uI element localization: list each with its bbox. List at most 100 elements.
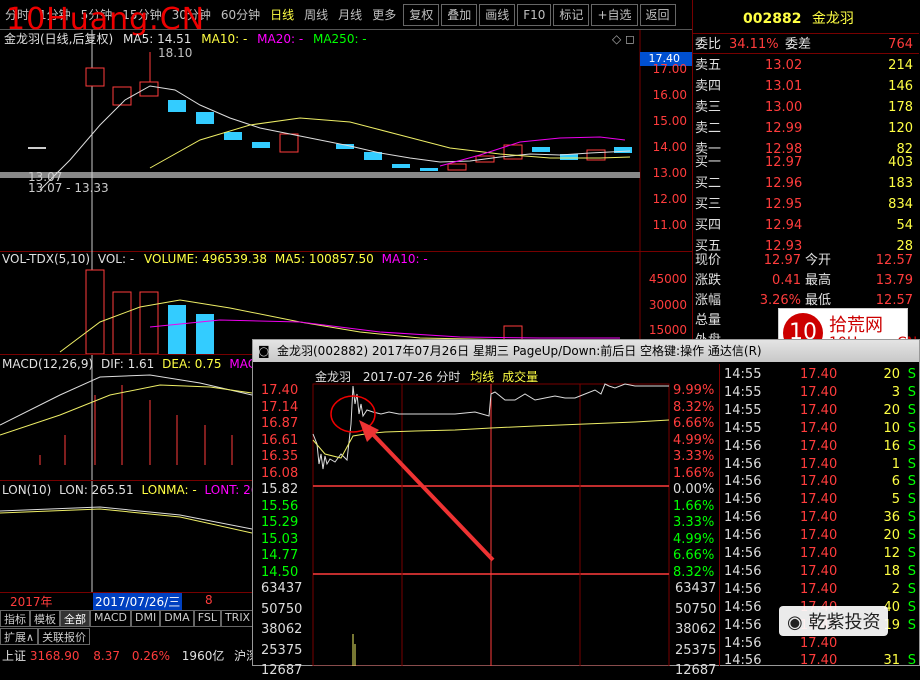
- sell-row: 卖五 13.02 214: [693, 55, 919, 76]
- tick-volume: 5: [891, 492, 900, 508]
- tick-time: 14:56: [724, 492, 762, 508]
- tick-price: 17.40: [800, 438, 838, 454]
- buy-price: 12.94: [765, 218, 803, 233]
- period-tab-7[interactable]: 周线: [299, 6, 333, 23]
- pct-tick: 4.99%: [673, 432, 715, 448]
- weicha-label: 委差: [785, 37, 812, 52]
- sell-label: 卖二: [695, 121, 722, 136]
- weibi-label: 委比: [695, 37, 722, 52]
- price-tick: 16.61: [261, 432, 299, 448]
- price-tick: 14.77: [261, 548, 299, 563]
- vol-axis-1: 45000: [648, 272, 687, 286]
- tick-row: 14:56 17.40 31 S: [720, 652, 920, 670]
- indicator-tab-2[interactable]: 全部: [60, 610, 90, 627]
- vol-tick-r: 50750: [675, 601, 717, 617]
- macd-panel[interactable]: MACD(12,26,9) DIF: 1.61 DEA: 0.75 MACD: …: [0, 354, 281, 481]
- sell-price: 13.01: [765, 79, 803, 94]
- vol-axis-2: 30000: [648, 298, 687, 312]
- window-title: 金龙羽(002882) 2017年07月26日 星期三 PageUp/Down:…: [277, 344, 762, 358]
- stat-label-2: 今开: [805, 253, 832, 268]
- tick-time: 14:56: [724, 438, 762, 454]
- period-tab-9[interactable]: 更多: [367, 6, 401, 23]
- period-tab-5[interactable]: 60分钟: [216, 6, 265, 23]
- price-tick: 12.00: [652, 192, 687, 206]
- tick-volume: 3: [891, 384, 900, 400]
- lon-panel[interactable]: LON(10) LON: 265.51 LONMA: - LONT: 265.5: [0, 480, 277, 593]
- extra-tab-0[interactable]: 扩展∧: [0, 628, 39, 645]
- toolbar-button-3[interactable]: F10: [517, 3, 552, 26]
- sell-label: 卖四: [695, 79, 722, 94]
- period-tab-8[interactable]: 月线: [333, 6, 367, 23]
- stock-code: 002882: [743, 11, 802, 27]
- tick-price: 17.40: [800, 474, 838, 490]
- indicator-tab-7[interactable]: TRIX: [220, 610, 255, 627]
- tick-time: 14:56: [724, 617, 762, 633]
- vol-tick: 25375: [261, 642, 303, 658]
- toolbar-button-2[interactable]: 画线: [479, 3, 516, 26]
- tick-volume: 10: [883, 420, 900, 436]
- tick-row: 14:56 17.40 6 S: [720, 473, 920, 491]
- weibi-value: 34.11%: [729, 37, 779, 52]
- toolbar-button-0[interactable]: 复权: [403, 3, 440, 26]
- kline-panel[interactable]: 金龙羽(日线,后复权) MA5: 14.51 MA10: - MA20: - M…: [0, 30, 692, 252]
- buy-volume: 834: [888, 197, 913, 212]
- vol-tick: 50750: [261, 601, 303, 617]
- year-label: 2017年: [10, 595, 53, 609]
- stat-label: 涨幅: [695, 293, 722, 308]
- buy-label: 买四: [695, 218, 722, 233]
- toolbar-button-5[interactable]: +自选: [591, 3, 638, 26]
- stat-row: 涨跌 0.41 最高 13.79: [693, 270, 919, 291]
- tick-price: 17.40: [800, 653, 838, 669]
- tick-side: S: [907, 599, 916, 615]
- sell-volume: 214: [888, 58, 913, 73]
- price-tick: 17.40: [261, 383, 299, 398]
- tick-volume: 20: [883, 528, 900, 544]
- tick-volume: 36: [883, 510, 900, 526]
- tick-price: 17.40: [800, 384, 838, 400]
- intraday-chart: 金龙羽 2017-07-26 分时 均线 成交量 17.40 17.14 16.87…: [255, 364, 717, 678]
- buy-volume: 403: [888, 155, 913, 170]
- indicator-tab-4[interactable]: DMI: [130, 610, 161, 627]
- tick-side: S: [907, 456, 916, 472]
- indicator-tab-1[interactable]: 模板: [30, 610, 60, 627]
- lon-svg: [0, 481, 252, 593]
- window-titlebar[interactable]: ◙ 金龙羽(002882) 2017年07月26日 星期三 PageUp/Dow…: [253, 340, 919, 362]
- date-day: 8: [205, 593, 213, 607]
- toolbar-button-4[interactable]: 标记: [553, 3, 590, 26]
- tick-row: 14:55 17.40 20 S: [720, 402, 920, 420]
- price-tick: 16.08: [261, 465, 299, 481]
- tick-price: 17.40: [800, 510, 838, 526]
- tick-row: 14:56 17.40 12 S: [720, 545, 920, 563]
- price-tick: 14.50: [261, 564, 299, 580]
- intraday-svg: [312, 383, 670, 666]
- tick-price: 17.40: [800, 456, 838, 472]
- buy-price: 12.95: [765, 197, 803, 212]
- intraday-window[interactable]: ◙ 金龙羽(002882) 2017年07月26日 星期三 PageUp/Dow…: [252, 339, 920, 678]
- price-tick: 16.87: [261, 416, 299, 431]
- period-tab-6[interactable]: 日线: [265, 6, 299, 23]
- indicator-tab-6[interactable]: FSL: [193, 610, 221, 627]
- tick-price: 17.40: [800, 402, 838, 418]
- toolbar-button-6[interactable]: 返回: [639, 3, 676, 26]
- tick-side: S: [907, 581, 916, 597]
- stat-label: 涨跌: [695, 273, 722, 288]
- tick-side: S: [907, 528, 916, 544]
- indicator-tab-3[interactable]: MACD: [90, 610, 131, 627]
- kline-svg: [0, 30, 641, 252]
- tick-volume: 18: [883, 563, 900, 579]
- price-tick: 15.82: [261, 482, 299, 497]
- extra-tabs: 扩展∧ 关联报价: [0, 628, 252, 645]
- macd-svg: [0, 355, 252, 481]
- buy-row: 买四 12.94 54: [693, 215, 919, 236]
- toolbar-button-1[interactable]: 叠加: [441, 3, 478, 26]
- tick-side: S: [907, 510, 916, 526]
- tick-time: 14:56: [724, 456, 762, 472]
- extra-tab-1[interactable]: 关联报价: [38, 628, 91, 645]
- tick-price: 17.40: [800, 563, 838, 579]
- tick-volume: 20: [883, 367, 900, 382]
- tick-side: S: [907, 492, 916, 508]
- tick-price: 17.40: [800, 492, 838, 508]
- indicator-tab-5[interactable]: DMA: [160, 610, 194, 627]
- tick-row: 14:56 17.40 18 S: [720, 563, 920, 581]
- indicator-tab-0[interactable]: 指标: [0, 610, 30, 627]
